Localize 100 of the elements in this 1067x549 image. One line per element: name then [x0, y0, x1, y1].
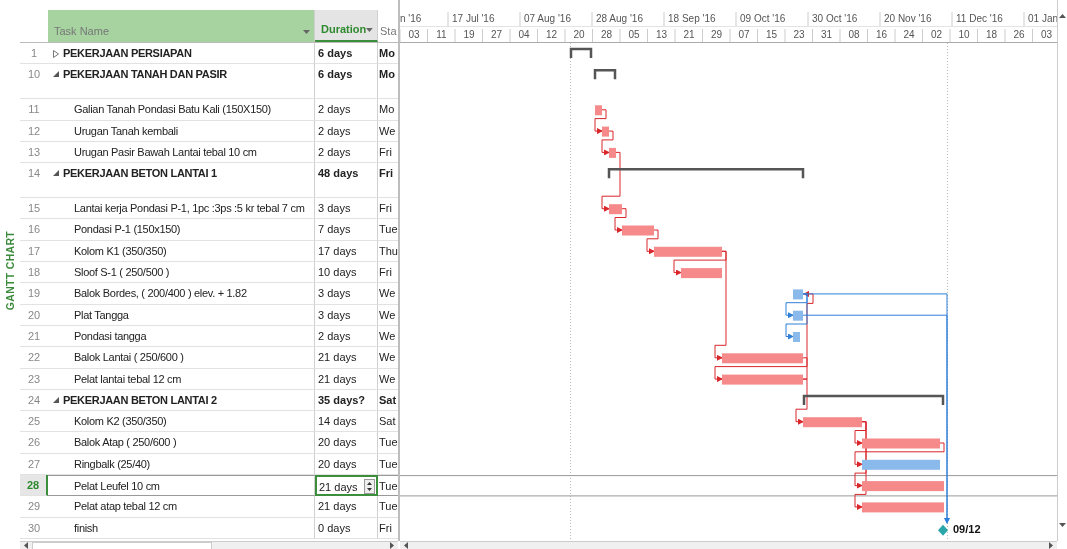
duration-value: 2 days [315, 141, 378, 164]
duration-value: 20 days [315, 432, 378, 454]
duration-value: 6 days [315, 64, 378, 100]
horizontal-scrollbar[interactable] [20, 541, 398, 549]
row-number[interactable]: 1 [20, 43, 48, 65]
task-name: Urugan Tanah kembali [74, 124, 178, 137]
duration-value: 0 days [315, 517, 378, 539]
duration-value: 3 days [315, 283, 378, 305]
scroll-thumb[interactable] [32, 541, 212, 549]
task-name: Sloof S-1 ( 250/500 ) [74, 266, 170, 279]
row-number[interactable]: 28 [20, 475, 48, 497]
task-name: Pelat lantai tebal 12 cm [74, 372, 182, 385]
task-name: Balok Lantai ( 250/600 ) [74, 351, 184, 364]
duration-value: 20 days [315, 453, 378, 476]
summary-bar[interactable] [607, 167, 805, 179]
row-number[interactable]: 15 [20, 198, 48, 220]
row-number[interactable]: 20 [20, 304, 48, 326]
dropdown-caret-icon[interactable] [303, 30, 310, 34]
row-number[interactable]: 13 [20, 141, 48, 164]
task-bar[interactable] [803, 417, 862, 428]
vertical-scrollbar[interactable] [1057, 0, 1067, 541]
scroll-left-icon[interactable] [404, 542, 408, 549]
column-header[interactable]: Duration [315, 10, 378, 42]
summary-bar[interactable] [593, 69, 617, 80]
task-name: Pelat atap tebal 12 cm [74, 500, 177, 513]
scroll-up-icon[interactable] [1059, 14, 1066, 18]
duration-value: 3 days [315, 198, 378, 220]
duration-value: 21 days [315, 347, 378, 369]
row-number[interactable]: 23 [20, 368, 48, 390]
task-bar[interactable] [654, 246, 722, 257]
expanded-triangle-icon[interactable] [53, 71, 59, 78]
duration-value: 14 days [315, 411, 378, 433]
row-number[interactable]: 25 [20, 411, 48, 433]
row-number[interactable]: 16 [20, 219, 48, 241]
scroll-left-icon[interactable] [24, 542, 28, 549]
row-number[interactable]: 29 [20, 496, 48, 518]
task-name: Pelat Leufel 10 cm [74, 480, 160, 493]
horizontal-scrollbar[interactable] [400, 541, 1057, 549]
duration-value: 2 days [315, 325, 378, 348]
duration-value: 3 days [315, 304, 378, 326]
column-header[interactable]: Sta [378, 10, 398, 42]
task-bar[interactable] [609, 204, 622, 215]
task-name: Lantai kerja Pondasi P-1, 1pc :3ps :5 kr tebal 7 cm [74, 202, 305, 215]
task-name: Kolom K2 (350/350) [74, 415, 167, 428]
row-number[interactable]: 30 [20, 517, 48, 539]
task-name: finish [74, 521, 98, 534]
task-bar[interactable] [862, 459, 940, 470]
task-name: Ringbalk (25/40) [74, 457, 150, 470]
column-header[interactable]: Task Name [48, 10, 315, 42]
task-bar[interactable] [862, 502, 944, 513]
task-bar[interactable] [722, 353, 803, 364]
task-bar[interactable] [722, 374, 803, 385]
task-name: PEKERJAAN TANAH DAN PASIR [63, 68, 227, 81]
collapsed-triangle-icon[interactable] [53, 50, 59, 58]
duration-value: 7 days [315, 219, 378, 241]
dropdown-caret-icon[interactable] [366, 28, 373, 32]
view-label: GANTT CHART [4, 230, 16, 311]
row-number[interactable]: 19 [20, 283, 48, 305]
scroll-down-icon[interactable] [1059, 523, 1066, 527]
expanded-triangle-icon[interactable] [53, 170, 59, 177]
scroll-right-icon[interactable] [1049, 542, 1053, 549]
task-name: PEKERJAAN BETON LANTAI 1 [63, 167, 217, 180]
task-name: PEKERJAAN BETON LANTAI 2 [63, 393, 217, 406]
task-bar[interactable] [862, 481, 944, 492]
duration-value: 35 days? [315, 389, 378, 412]
row-number[interactable]: 12 [20, 120, 48, 142]
row-number[interactable]: 14 [20, 163, 48, 199]
row-number[interactable]: 21 [20, 325, 48, 348]
row-number[interactable]: 18 [20, 262, 48, 284]
scroll-right-icon[interactable] [390, 542, 394, 549]
task-bar[interactable] [602, 126, 609, 137]
row-number[interactable]: 24 [20, 389, 48, 412]
summary-bar[interactable] [569, 47, 593, 58]
task-name: Pondasi tangga [74, 329, 147, 342]
task-bar[interactable] [793, 289, 803, 300]
expanded-triangle-icon[interactable] [53, 396, 59, 403]
task-bar[interactable] [793, 310, 803, 321]
spinner-icon[interactable] [364, 479, 375, 495]
duration-field[interactable]: 21 days [315, 475, 378, 497]
duration-value: 10 days [315, 262, 378, 284]
row-number[interactable]: 22 [20, 347, 48, 369]
task-bar[interactable] [862, 438, 940, 449]
task-bar[interactable] [681, 268, 722, 279]
duration-value: 21 days [315, 496, 378, 518]
row-number[interactable]: 11 [20, 99, 48, 121]
task-name: Pondasi P-1 (150x150) [74, 223, 181, 236]
row-number[interactable]: 17 [20, 240, 48, 263]
duration-value: 2 days [315, 120, 378, 142]
duration-value: 48 days [315, 163, 378, 199]
duration-value: 2 days [315, 99, 378, 121]
task-bar[interactable] [609, 147, 616, 158]
milestone-diamond[interactable] [938, 524, 948, 536]
task-bar[interactable] [595, 105, 602, 116]
row-number[interactable]: 26 [20, 432, 48, 454]
task-name: Kolom K1 (350/350) [74, 244, 167, 257]
row-number[interactable]: 10 [20, 64, 48, 100]
task-name: Urugan Pasir Bawah Lantai tebal 10 cm [74, 145, 257, 158]
milestone-date: 09/12 [953, 522, 981, 535]
task-bar[interactable] [622, 225, 654, 236]
summary-bar[interactable] [802, 394, 945, 405]
